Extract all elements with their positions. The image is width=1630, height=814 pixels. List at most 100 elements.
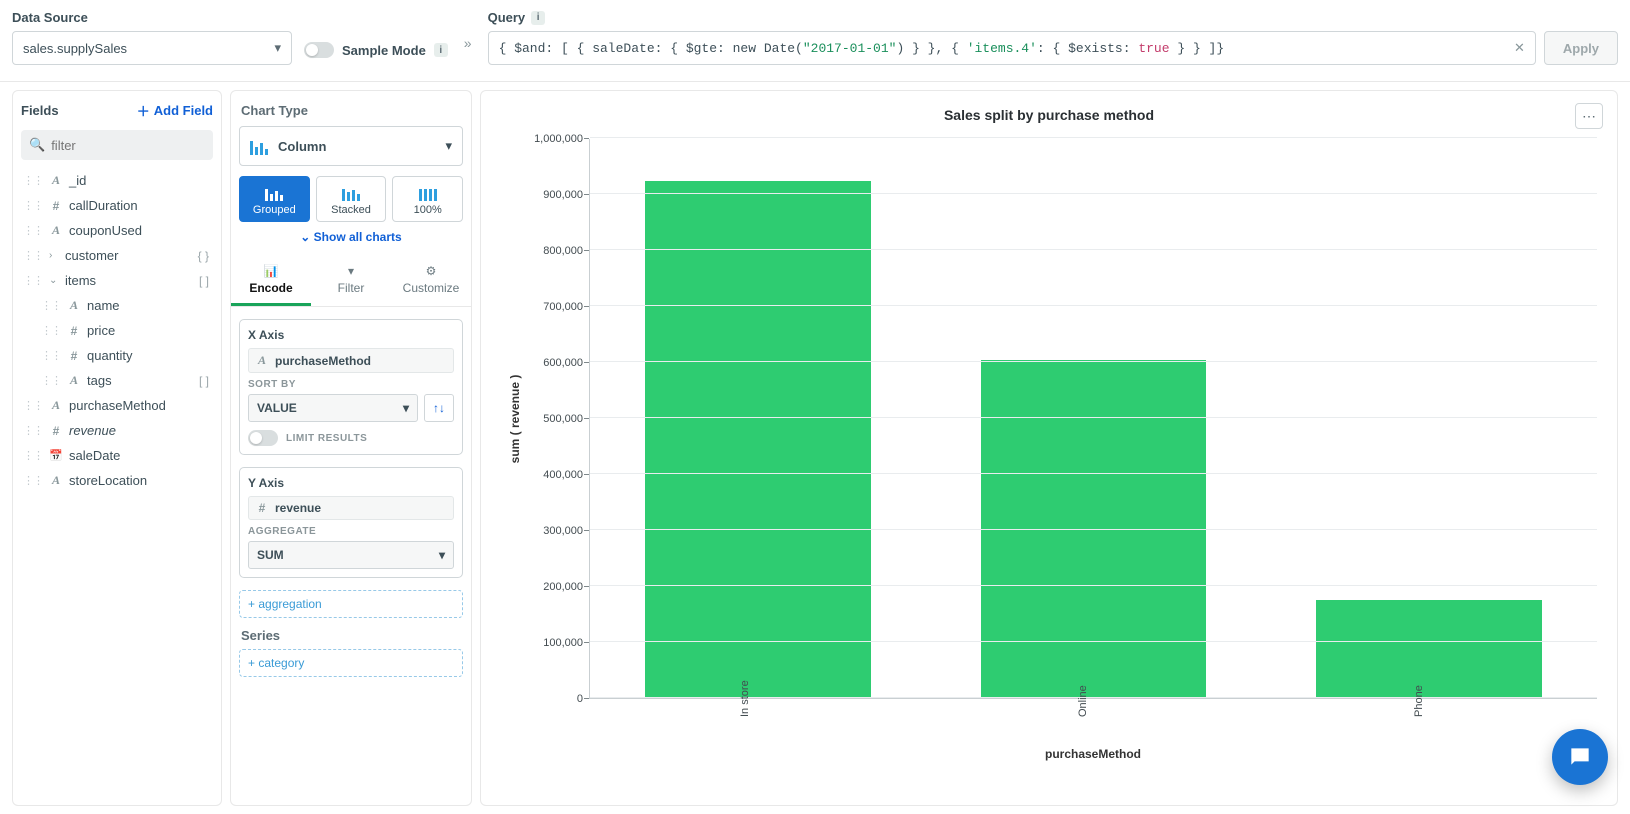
encode-icon: 📊 <box>264 264 279 278</box>
show-all-charts-link[interactable]: ⌄ Show all charts <box>239 230 463 244</box>
chevron-down-icon[interactable]: ⌄ <box>49 275 59 286</box>
drag-handle-icon[interactable]: ⋮⋮ <box>23 399 43 412</box>
field-item-tags[interactable]: ⋮⋮Atags[ ] <box>21 368 213 393</box>
tab-customize[interactable]: ⚙ Customize <box>391 256 471 306</box>
collapse-sidebar-button[interactable]: » <box>460 27 476 51</box>
number-type-icon <box>67 324 81 338</box>
drag-handle-icon[interactable]: ⋮⋮ <box>23 424 43 437</box>
drag-handle-icon[interactable]: ⋮⋮ <box>41 349 61 362</box>
tab-filter[interactable]: ▾ Filter <box>311 256 391 306</box>
chart-menu-button[interactable]: ⋯ <box>1575 103 1603 129</box>
drag-handle-icon[interactable]: ⋮⋮ <box>23 274 43 287</box>
grid-line <box>590 193 1597 194</box>
text-type-icon: A <box>49 223 63 238</box>
drag-handle-icon[interactable]: ⋮⋮ <box>23 224 43 237</box>
apply-button[interactable]: Apply <box>1544 31 1618 65</box>
add-field-button[interactable]: ＋ Add Field <box>137 101 213 120</box>
info-icon[interactable]: i <box>434 43 448 57</box>
sort-direction-button[interactable]: ↑↓ <box>424 394 454 422</box>
field-item-quantity[interactable]: ⋮⋮quantity <box>21 343 213 368</box>
chat-icon <box>1567 744 1593 770</box>
drag-handle-icon[interactable]: ⋮⋮ <box>41 299 61 312</box>
aggregate-select[interactable]: SUM ▾ <box>248 541 454 569</box>
field-item-revenue[interactable]: ⋮⋮revenue <box>21 418 213 443</box>
y-axis-field-pill[interactable]: revenue <box>248 496 454 520</box>
bar-group <box>1288 139 1570 698</box>
x-tick-label: Online <box>1077 685 1089 717</box>
add-category-button[interactable]: + category <box>239 649 463 677</box>
field-item-storeLocation[interactable]: ⋮⋮AstoreLocation <box>21 468 213 493</box>
y-tick-label: 200,000 <box>543 581 583 593</box>
fields-panel: Fields ＋ Add Field 🔍 ⋮⋮A_id⋮⋮callDuratio… <box>12 90 222 806</box>
sort-by-select[interactable]: VALUE ▾ <box>248 394 418 422</box>
field-name: items <box>65 273 96 288</box>
x-axis-block: X Axis A purchaseMethod SORT BY VALUE ▾ … <box>239 319 463 455</box>
grid-line <box>590 305 1597 306</box>
help-chat-button[interactable] <box>1552 729 1608 785</box>
type-badge: { } <box>198 249 209 263</box>
limit-results-toggle[interactable] <box>248 430 278 446</box>
field-item-couponUsed[interactable]: ⋮⋮AcouponUsed <box>21 218 213 243</box>
field-name: customer <box>65 248 118 263</box>
sample-mode-toggle[interactable] <box>304 42 334 58</box>
drag-handle-icon[interactable]: ⋮⋮ <box>23 249 43 262</box>
data-source-select[interactable]: sales.supplySales ▾ <box>12 31 292 65</box>
field-item-saleDate[interactable]: ⋮⋮📅saleDate <box>21 443 213 468</box>
info-icon[interactable]: i <box>531 11 545 25</box>
drag-handle-icon[interactable]: ⋮⋮ <box>23 474 43 487</box>
field-name: name <box>87 298 120 313</box>
chart-type-select[interactable]: Column ▾ <box>239 126 463 166</box>
bar-in-store[interactable] <box>645 181 871 698</box>
field-item-items[interactable]: ⋮⋮⌄items[ ] <box>21 268 213 293</box>
chart-title: Sales split by purchase method <box>501 107 1597 123</box>
drag-handle-icon[interactable]: ⋮⋮ <box>23 449 43 462</box>
plot-area <box>589 139 1597 699</box>
y-tick-label: 100,000 <box>543 637 583 649</box>
drag-handle-icon[interactable]: ⋮⋮ <box>41 374 61 387</box>
grid-line <box>590 417 1597 418</box>
field-name: callDuration <box>69 198 138 213</box>
field-item-name[interactable]: ⋮⋮Aname <box>21 293 213 318</box>
bar-phone[interactable] <box>1316 600 1542 698</box>
add-aggregation-button[interactable]: + aggregation <box>239 590 463 618</box>
field-item-price[interactable]: ⋮⋮price <box>21 318 213 343</box>
x-tick-label: In store <box>739 680 751 717</box>
data-source-label: Data Source <box>12 10 292 25</box>
clear-query-icon[interactable]: ✕ <box>1514 41 1525 56</box>
y-axis-title: Y Axis <box>248 476 454 490</box>
filter-icon: ▾ <box>348 264 354 278</box>
x-axis-field-pill[interactable]: A purchaseMethod <box>248 348 454 373</box>
bar-group <box>953 139 1235 698</box>
y-tick-label: 0 <box>577 693 583 705</box>
chart-subtype-row: Grouped Stacked 100% <box>239 176 463 222</box>
query-input[interactable]: { $and: [ { saleDate: { $gte: new Date("… <box>488 31 1536 65</box>
grouped-bars-icon <box>265 183 283 201</box>
field-item-_id[interactable]: ⋮⋮A_id <box>21 168 213 193</box>
x-axis-label: purchaseMethod <box>589 747 1597 761</box>
drag-handle-icon[interactable]: ⋮⋮ <box>41 324 61 337</box>
x-axis-labels: In storeOnlinePhone <box>589 699 1597 711</box>
fields-filter-input[interactable]: 🔍 <box>21 130 213 160</box>
subtype-grouped[interactable]: Grouped <box>239 176 310 222</box>
tab-encode[interactable]: 📊 Encode <box>231 256 311 306</box>
field-name: tags <box>87 373 112 388</box>
top-bar: Data Source sales.supplySales ▾ Sample M… <box>0 0 1630 82</box>
chevron-down-icon: ⌄ <box>300 230 313 244</box>
number-type-icon <box>67 349 81 363</box>
field-item-callDuration[interactable]: ⋮⋮ callDuration <box>21 193 213 218</box>
pct-bars-icon <box>419 183 437 201</box>
y-tick-label: 700,000 <box>543 301 583 313</box>
text-type-icon: A <box>255 353 269 368</box>
field-item-purchaseMethod[interactable]: ⋮⋮ApurchaseMethod <box>21 393 213 418</box>
drag-handle-icon[interactable]: ⋮⋮ <box>23 174 43 187</box>
bar-group <box>617 139 899 698</box>
subtype-100pct[interactable]: 100% <box>392 176 463 222</box>
customize-icon: ⚙ <box>426 264 437 278</box>
subtype-stacked[interactable]: Stacked <box>316 176 387 222</box>
field-item-customer[interactable]: ⋮⋮ › customer { } <box>21 243 213 268</box>
drag-handle-icon[interactable]: ⋮⋮ <box>23 199 43 212</box>
chevron-right-icon[interactable]: › <box>49 250 59 261</box>
caret-down-icon: ▾ <box>439 548 445 562</box>
number-type-icon <box>49 424 63 438</box>
y-tick-label: 600,000 <box>543 357 583 369</box>
